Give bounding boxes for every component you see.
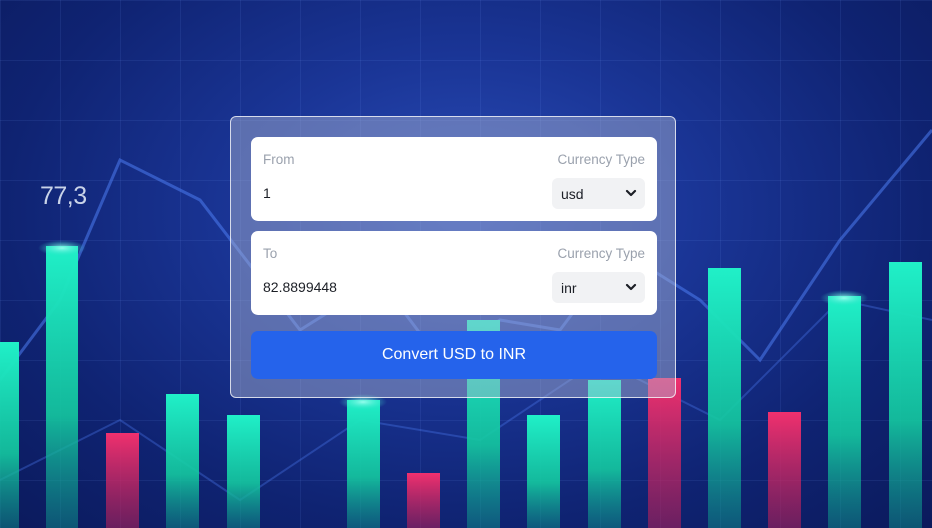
candle-glow [38,240,86,256]
from-label: From [263,152,295,167]
candle-bar [588,380,621,528]
from-field: From Currency Type 1 usd [251,137,657,221]
candle-bar [889,262,922,528]
chevron-down-icon [625,189,637,197]
candle-bar [347,400,380,528]
to-currency-type-label: Currency Type [557,246,645,261]
candle-bar [828,296,861,528]
from-currency-type-label: Currency Type [557,152,645,167]
chevron-down-icon [625,283,637,291]
from-amount-input[interactable]: 1 [263,185,271,201]
candle-bar [106,433,139,528]
candle-bar [527,415,560,528]
convert-button[interactable]: Convert USD to INR [251,331,657,379]
ticker-value: 77,3 [40,182,87,210]
candle-bar [0,342,19,528]
to-currency-select[interactable]: inr [552,272,645,303]
from-currency-select[interactable]: usd [552,178,645,209]
to-field: To Currency Type 82.8899448 inr [251,231,657,315]
to-label: To [263,246,278,261]
to-currency-value: inr [561,280,577,296]
candle-bar [166,394,199,528]
candle-glow [820,290,868,306]
candle-bar [648,378,681,528]
candle-bar [227,415,260,528]
candle-bar [46,246,78,528]
to-amount-output: 82.8899448 [263,279,337,295]
candle-bar [407,473,440,528]
converter-card: From Currency Type 1 usd To Currency Typ… [230,116,676,398]
from-currency-value: usd [561,186,584,202]
candle-bar [768,412,801,528]
candle-bar [708,268,741,528]
